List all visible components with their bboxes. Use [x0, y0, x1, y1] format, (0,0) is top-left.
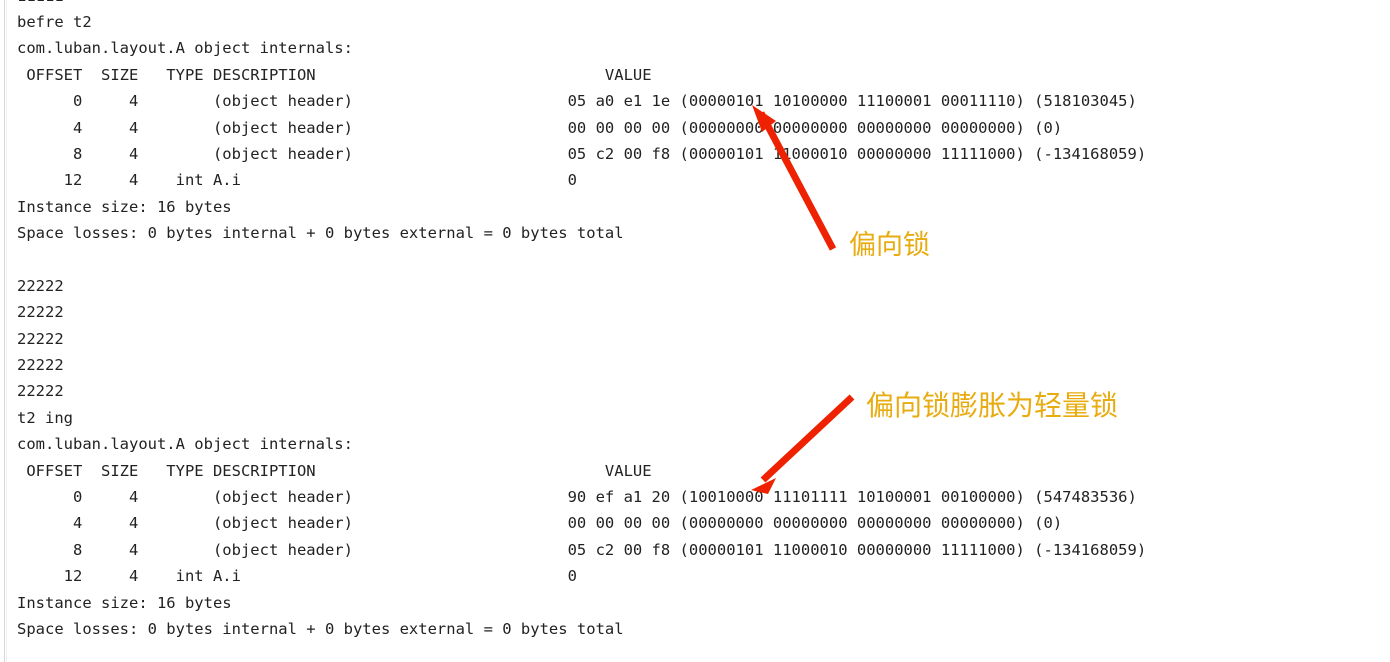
console-line: Space losses: 0 bytes internal + 0 bytes…	[17, 224, 624, 243]
console-line: 22222	[17, 276, 64, 295]
console-output-panel[interactable]: 11111 befre t2 com.luban.layout.A object i…	[0, 0, 1390, 662]
console-line: 12 4 int A.i 0	[17, 567, 577, 586]
console-line: Instance size: 16 bytes	[17, 197, 232, 216]
console-line: Instance size: 16 bytes	[17, 593, 232, 612]
console-line: 22222	[17, 329, 64, 348]
console-line: 4 4 (object header) 00 00 00 00 (0000000…	[17, 514, 1063, 533]
console-line: t2 ing	[17, 408, 73, 427]
console-line: 22222	[17, 303, 64, 322]
console-line: Space losses: 0 bytes internal + 0 bytes…	[17, 619, 624, 638]
console-line: 0 4 (object header) 90 ef a1 20 (1001000…	[17, 488, 1137, 507]
console-line: 4 4 (object header) 00 00 00 00 (0000000…	[17, 118, 1063, 137]
console-line: 12 4 int A.i 0	[17, 171, 577, 190]
console-line: OFFSET SIZE TYPE DESCRIPTION VALUE	[17, 65, 652, 84]
console-line: com.luban.layout.A object internals:	[17, 435, 353, 454]
console-line: 0 4 (object header) 05 a0 e1 1e (0000010…	[17, 92, 1137, 111]
console-line: OFFSET SIZE TYPE DESCRIPTION VALUE	[17, 461, 652, 480]
console-line: 22222	[17, 382, 64, 401]
console-line: com.luban.layout.A object internals:	[17, 39, 353, 58]
console-line: 8 4 (object header) 05 c2 00 f8 (0000010…	[17, 144, 1147, 163]
console-line: 11111	[17, 0, 1390, 5]
console-line: 8 4 (object header) 05 c2 00 f8 (0000010…	[17, 540, 1147, 559]
console-line: befre t2	[17, 13, 92, 31]
console-line: 22222	[17, 356, 64, 375]
